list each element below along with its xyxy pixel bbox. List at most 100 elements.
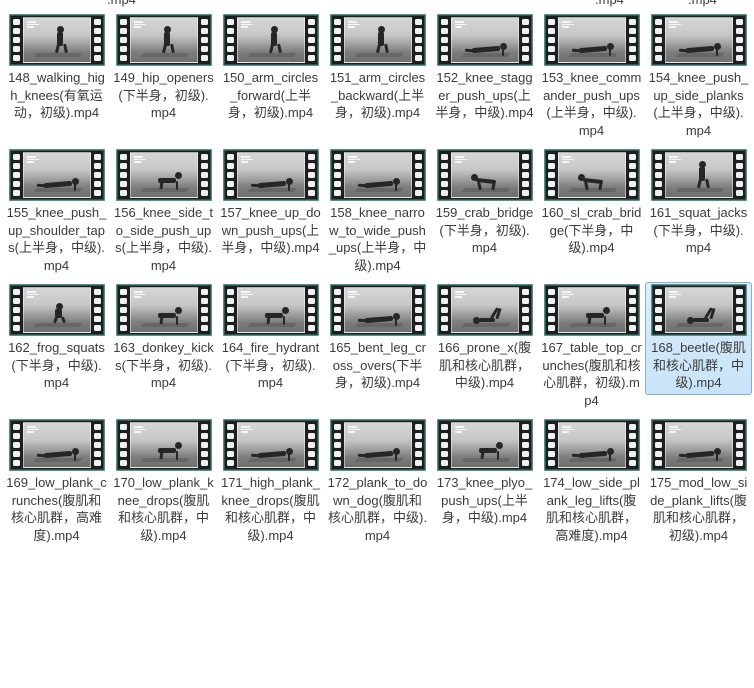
film-strip-video-icon[interactable]: [437, 419, 533, 471]
file-tile[interactable]: 158_knee_narrow_to_wide_push_ups(上半身，中级)…: [324, 147, 431, 282]
file-tile[interactable]: 169_low_plank_crunches(腹肌和核心肌群，高难度).mp4: [3, 417, 110, 552]
film-strip-video-icon[interactable]: [223, 149, 319, 201]
film-strip-video-icon[interactable]: [9, 419, 105, 471]
film-sprocket-holes-right: [734, 16, 745, 64]
file-name[interactable]: 156_knee_side_to_side_push_ups(上半身，中级).m…: [113, 204, 214, 274]
file-tile[interactable]: 172_plank_to_down_dog(腹肌和核心肌群，中级).mp4: [324, 417, 431, 552]
file-name[interactable]: 168_beetle(腹肌和核心肌群，中级).mp4: [648, 339, 749, 392]
file-tile[interactable]: 156_knee_side_to_side_push_ups(上半身，中级).m…: [110, 147, 217, 282]
file-tile[interactable]: 148_walking_high_knees(有氧运动，初级).mp4: [3, 12, 110, 147]
file-tile[interactable]: 165_bent_leg_cross_overs(下半身，初级).mp4: [324, 282, 431, 417]
film-strip-video-icon[interactable]: [330, 419, 426, 471]
film-sprocket-holes-right: [413, 286, 424, 334]
file-tile[interactable]: 170_low_plank_knee_drops(腹肌和核心肌群，中级).mp4: [110, 417, 217, 552]
film-strip-video-icon[interactable]: [651, 149, 747, 201]
file-tile[interactable]: 159_crab_bridge(下半身，初级).mp4: [431, 147, 538, 282]
file-tile[interactable]: 167_table_top_crunches(腹肌和核心肌群，初级).mp4: [538, 282, 645, 417]
film-strip-video-icon[interactable]: [9, 284, 105, 336]
film-strip-video-icon[interactable]: [651, 14, 747, 66]
file-name[interactable]: 151_arm_circles_backward(上半身，初级).mp4: [327, 69, 428, 122]
film-strip-video-icon[interactable]: [544, 149, 640, 201]
file-name[interactable]: 153_knee_commander_push_ups(上半身，中级).mp4: [541, 69, 642, 139]
file-name[interactable]: 160_sl_crab_bridge(下半身，中级).mp4: [541, 204, 642, 257]
file-name[interactable]: 158_knee_narrow_to_wide_push_ups(上半身，中级)…: [327, 204, 428, 274]
film-strip-video-icon[interactable]: [116, 14, 212, 66]
file-name[interactable]: 148_walking_high_knees(有氧运动，初级).mp4: [6, 69, 107, 122]
file-name[interactable]: 162_frog_squats(下半身，中级).mp4: [6, 339, 107, 392]
file-name[interactable]: 171_high_plank_knee_drops(腹肌和核心肌群，中级).mp…: [220, 474, 321, 544]
film-strip-video-icon[interactable]: [9, 149, 105, 201]
film-strip-video-icon[interactable]: [116, 149, 212, 201]
clipped-filename-fragment: .mp4: [595, 0, 624, 8]
file-tile[interactable]: 171_high_plank_knee_drops(腹肌和核心肌群，中级).mp…: [217, 417, 324, 552]
file-tile[interactable]: 173_knee_plyo_push_ups(上半身，中级).mp4: [431, 417, 538, 552]
file-name[interactable]: 161_squat_jacks(下半身，中级).mp4: [648, 204, 749, 257]
file-tile-highlight: 162_frog_squats(下半身，中级).mp4: [3, 282, 110, 395]
file-tile-highlight: 169_low_plank_crunches(腹肌和核心肌群，高难度).mp4: [3, 417, 110, 547]
file-tile[interactable]: 149_hip_openers(下半身，初级).mp4: [110, 12, 217, 147]
file-name[interactable]: 167_table_top_crunches(腹肌和核心肌群，初级).mp4: [541, 339, 642, 409]
file-tile[interactable]: 152_knee_stagger_push_ups(上半身，中级).mp4: [431, 12, 538, 147]
film-strip-video-icon[interactable]: [116, 284, 212, 336]
file-tile[interactable]: 150_arm_circles_forward(上半身，初级).mp4: [217, 12, 324, 147]
file-tile[interactable]: 164_fire_hydrant(下半身，初级).mp4: [217, 282, 324, 417]
exercise-silhouette: [666, 423, 732, 467]
file-name[interactable]: 172_plank_to_down_dog(腹肌和核心肌群，中级).mp4: [327, 474, 428, 544]
film-strip-video-icon[interactable]: [330, 149, 426, 201]
file-name[interactable]: 165_bent_leg_cross_overs(下半身，初级).mp4: [327, 339, 428, 392]
film-strip-video-icon[interactable]: [223, 419, 319, 471]
film-strip-video-icon[interactable]: [437, 284, 533, 336]
file-tile-highlight: 175_mod_low_side_plank_lifts(腹肌和核心肌群，初级)…: [645, 417, 752, 547]
film-strip-video-icon[interactable]: [651, 419, 747, 471]
file-name[interactable]: 155_knee_push_up_shoulder_taps(上半身，中级).m…: [6, 204, 107, 274]
film-strip-video-icon[interactable]: [437, 149, 533, 201]
file-tile[interactable]: 155_knee_push_up_shoulder_taps(上半身，中级).m…: [3, 147, 110, 282]
file-name[interactable]: 170_low_plank_knee_drops(腹肌和核心肌群，中级).mp4: [113, 474, 214, 544]
film-sprocket-holes-left: [332, 16, 343, 64]
film-strip-video-icon[interactable]: [544, 284, 640, 336]
film-strip-video-icon[interactable]: [330, 284, 426, 336]
file-name[interactable]: 173_knee_plyo_push_ups(上半身，中级).mp4: [434, 474, 535, 527]
file-tile[interactable]: 175_mod_low_side_plank_lifts(腹肌和核心肌群，初级)…: [645, 417, 752, 552]
file-name[interactable]: 152_knee_stagger_push_ups(上半身，中级).mp4: [434, 69, 535, 122]
file-tile[interactable]: 174_low_side_plank_leg_lifts(腹肌和核心肌群，高难度…: [538, 417, 645, 552]
file-name[interactable]: 174_low_side_plank_leg_lifts(腹肌和核心肌群，高难度…: [541, 474, 642, 544]
file-tile[interactable]: 154_knee_push_up_side_planks(上半身，中级).mp4: [645, 12, 752, 147]
file-tile[interactable]: 166_prone_x(腹肌和核心肌群，中级).mp4: [431, 282, 538, 417]
film-strip-video-icon[interactable]: [330, 14, 426, 66]
film-strip-video-icon[interactable]: [544, 14, 640, 66]
file-tile[interactable]: 163_donkey_kicks(下半身，初级).mp4: [110, 282, 217, 417]
video-thumbnail: [23, 287, 91, 333]
file-name[interactable]: 164_fire_hydrant(下半身，初级).mp4: [220, 339, 321, 392]
film-strip-video-icon[interactable]: [9, 14, 105, 66]
file-name[interactable]: 149_hip_openers(下半身，初级).mp4: [113, 69, 214, 122]
film-sprocket-holes-right: [413, 151, 424, 199]
film-strip-video-icon[interactable]: [223, 284, 319, 336]
file-tile[interactable]: 157_knee_up_down_push_ups(上半身，中级).mp4: [217, 147, 324, 282]
film-strip-video-icon[interactable]: [116, 419, 212, 471]
file-name[interactable]: 163_donkey_kicks(下半身，初级).mp4: [113, 339, 214, 392]
film-strip-video-icon[interactable]: [223, 14, 319, 66]
file-name[interactable]: 157_knee_up_down_push_ups(上半身，中级).mp4: [220, 204, 321, 257]
file-tile[interactable]: 153_knee_commander_push_ups(上半身，中级).mp4: [538, 12, 645, 147]
file-name[interactable]: 154_knee_push_up_side_planks(上半身，中级).mp4: [648, 69, 749, 139]
file-name[interactable]: 175_mod_low_side_plank_lifts(腹肌和核心肌群，初级)…: [648, 474, 749, 544]
film-strip-video-icon[interactable]: [651, 284, 747, 336]
file-tile-highlight: 166_prone_x(腹肌和核心肌群，中级).mp4: [431, 282, 538, 395]
file-tile[interactable]: 168_beetle(腹肌和核心肌群，中级).mp4: [645, 282, 752, 417]
film-strip-video-icon[interactable]: [437, 14, 533, 66]
file-name[interactable]: 159_crab_bridge(下半身，初级).mp4: [434, 204, 535, 257]
file-name[interactable]: 166_prone_x(腹肌和核心肌群，中级).mp4: [434, 339, 535, 392]
file-name[interactable]: 150_arm_circles_forward(上半身，初级).mp4: [220, 69, 321, 122]
film-strip-video-icon[interactable]: [544, 419, 640, 471]
file-tile[interactable]: 151_arm_circles_backward(上半身，初级).mp4: [324, 12, 431, 147]
exercise-silhouette: [24, 423, 90, 467]
video-thumbnail: [665, 152, 733, 198]
exercise-silhouette: [131, 153, 197, 197]
film-sprocket-holes-right: [520, 286, 531, 334]
file-tile[interactable]: 160_sl_crab_bridge(下半身，中级).mp4: [538, 147, 645, 282]
film-sprocket-holes-right: [199, 16, 210, 64]
file-tile[interactable]: 161_squat_jacks(下半身，中级).mp4: [645, 147, 752, 282]
file-name[interactable]: 169_low_plank_crunches(腹肌和核心肌群，高难度).mp4: [6, 474, 107, 544]
file-tile[interactable]: 162_frog_squats(下半身，中级).mp4: [3, 282, 110, 417]
